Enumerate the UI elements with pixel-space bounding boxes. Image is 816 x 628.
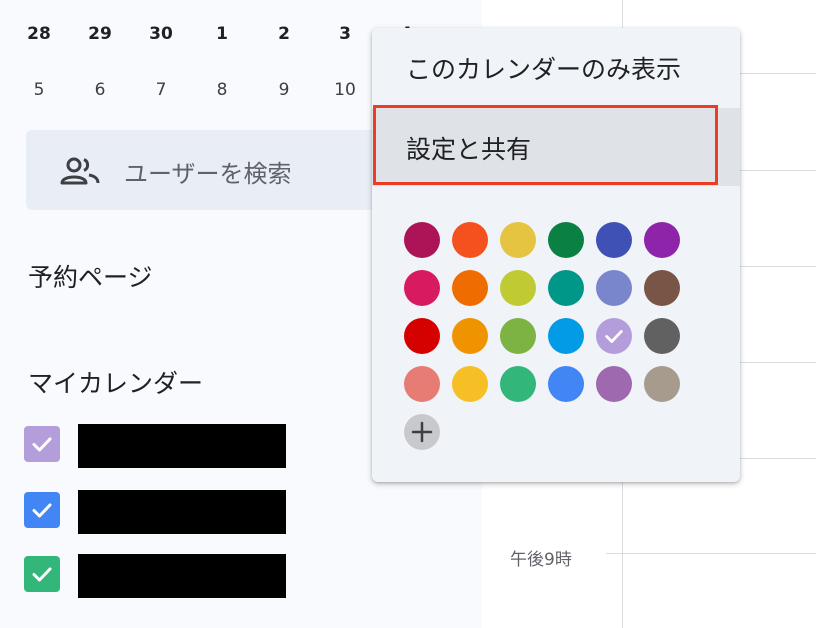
mini-calendar-day[interactable]: 9 (264, 78, 304, 102)
people-icon (60, 155, 100, 187)
menu-item-label: このカレンダーのみ表示 (406, 55, 682, 84)
color-swatch[interactable] (452, 222, 488, 258)
add-custom-color-button[interactable] (404, 414, 440, 450)
mini-calendar-day[interactable]: 7 (141, 78, 181, 102)
mini-calendar-day[interactable]: 29 (80, 22, 120, 46)
calendar-checkbox[interactable] (24, 426, 60, 462)
color-swatch[interactable] (596, 366, 632, 402)
color-swatch[interactable] (452, 366, 488, 402)
calendar-list-item[interactable] (24, 490, 324, 534)
color-swatch[interactable] (404, 366, 440, 402)
color-swatch[interactable] (500, 318, 536, 354)
calendar-name-redacted (78, 554, 286, 598)
color-swatch[interactable] (596, 222, 632, 258)
calendar-checkbox[interactable] (24, 492, 60, 528)
color-swatch[interactable] (500, 270, 536, 306)
color-swatch[interactable] (404, 318, 440, 354)
mini-calendar-day[interactable]: 30 (141, 22, 181, 46)
search-users-placeholder[interactable]: ユーザーを検索 (124, 154, 292, 189)
mini-calendar-day[interactable]: 10 (325, 78, 365, 102)
color-swatch[interactable] (404, 222, 440, 258)
mini-calendar-day[interactable]: 28 (19, 22, 59, 46)
time-label: 午後9時 (510, 550, 572, 570)
display-this-only-menu-item[interactable]: このカレンダーのみ表示 (372, 28, 740, 106)
color-swatch[interactable] (548, 318, 584, 354)
calendar-name-redacted (78, 490, 286, 534)
calendar-checkbox[interactable] (24, 556, 60, 592)
check-icon (32, 437, 52, 452)
color-swatch[interactable] (452, 270, 488, 306)
calendar-list-item[interactable] (24, 554, 324, 598)
color-swatch[interactable] (500, 366, 536, 402)
color-swatch[interactable] (548, 366, 584, 402)
color-swatch[interactable] (500, 222, 536, 258)
booking-pages-title[interactable]: 予約ページ (28, 258, 153, 294)
color-swatch[interactable] (452, 318, 488, 354)
my-calendars-title[interactable]: マイカレンダー (28, 364, 203, 400)
check-icon (32, 503, 52, 518)
grid-hour-line (606, 553, 816, 554)
mini-calendar-day[interactable]: 8 (202, 78, 242, 102)
search-users-box[interactable]: ユーザーを検索 (26, 130, 406, 210)
color-swatch[interactable] (548, 222, 584, 258)
calendar-list-item[interactable] (24, 424, 324, 468)
color-swatch[interactable] (404, 270, 440, 306)
color-swatch[interactable] (596, 270, 632, 306)
color-swatch[interactable] (548, 270, 584, 306)
check-icon (605, 330, 623, 343)
color-swatch[interactable] (644, 318, 680, 354)
mini-calendar-day[interactable]: 2 (264, 22, 304, 46)
menu-item-label: 設定と共有 (406, 135, 532, 164)
mini-calendar-day[interactable]: 1 (202, 22, 242, 46)
calendar-options-menu: このカレンダーのみ表示 設定と共有 (372, 28, 740, 482)
color-swatch[interactable] (644, 366, 680, 402)
settings-and-sharing-menu-item[interactable]: 設定と共有 (372, 108, 740, 186)
color-swatch-selected[interactable] (596, 318, 632, 354)
mini-calendar-day[interactable]: 6 (80, 78, 120, 102)
calendar-name-redacted (78, 424, 286, 468)
color-swatch[interactable] (644, 222, 680, 258)
color-swatch[interactable] (644, 270, 680, 306)
plus-icon (411, 421, 433, 443)
mini-calendar-day[interactable]: 5 (19, 78, 59, 102)
check-icon (32, 567, 52, 582)
mini-calendar-day[interactable]: 3 (325, 22, 365, 46)
